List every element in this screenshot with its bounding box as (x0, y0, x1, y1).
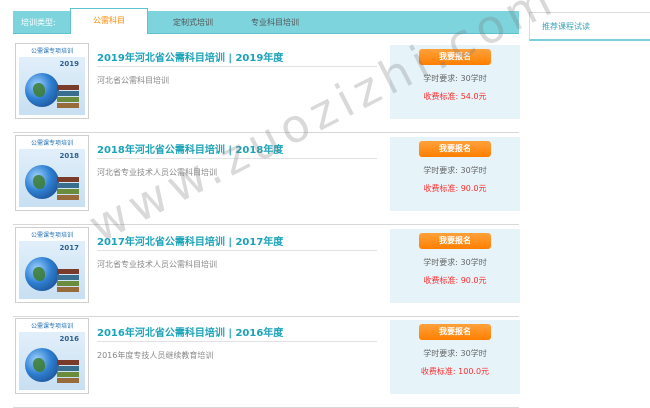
course-thumbnail[interactable]: 公需课专项培训 2019 (15, 43, 89, 119)
cover-year: 2017 (59, 244, 79, 252)
enroll-button[interactable]: 我要报名 (419, 324, 491, 340)
hours-requirement: 学时要求: 30学时 (423, 258, 487, 267)
cover-banner-text: 公需课专项培训 (19, 47, 85, 57)
title-divider (97, 250, 377, 251)
cover-banner-text: 公需课专项培训 (19, 231, 85, 241)
continent-shape (33, 358, 45, 372)
enroll-button[interactable]: 我要报名 (419, 141, 491, 157)
cover-banner-text: 公需课专项培训 (19, 322, 85, 332)
books-icon (57, 269, 79, 293)
course-cover-image: 公需课专项培训 2019 (19, 47, 85, 115)
title-divider (97, 66, 377, 67)
course-thumbnail[interactable]: 公需课专项培训 2018 (15, 135, 89, 211)
course-description: 2016年度专技人员继续教育培训 (97, 351, 214, 360)
books-icon (57, 177, 79, 201)
cover-year: 2018 (59, 152, 79, 160)
enroll-panel: 我要报名 学时要求: 30学时 收费标准: 100.0元 (390, 320, 520, 394)
tab-public-subjects[interactable]: 公需科目 (70, 8, 148, 34)
fee-standard: 收费标准: 100.0元 (420, 367, 490, 376)
course-title-link[interactable]: 2016年河北省公需科目培训 | 2016年度 (97, 324, 283, 339)
continent-shape (33, 83, 45, 97)
title-divider (97, 341, 377, 342)
cover-year: 2016 (59, 335, 79, 343)
cover-year: 2019 (59, 60, 79, 68)
course-cover-image: 公需课专项培训 2018 (19, 139, 85, 207)
course-thumbnail[interactable]: 公需课专项培训 2016 (15, 318, 89, 394)
course-cover-image: 公需课专项培训 2016 (19, 322, 85, 390)
hours-requirement: 学时要求: 30学时 (423, 349, 487, 358)
books-icon (57, 85, 79, 109)
course-card: 公需课专项培训 2017 2017年河北省公需科目培训 | 2017年度 河北省… (13, 225, 520, 317)
cover-banner-text: 公需课专项培训 (19, 139, 85, 149)
training-type-label: 培训类型: (21, 18, 56, 27)
tab-professional-subjects[interactable]: 专业科目培训 (251, 17, 299, 28)
fee-standard: 收费标准: 90.0元 (423, 184, 487, 193)
course-description: 河北省专业技术人员公需科目培训 (97, 260, 217, 269)
course-description: 河北省公需科目培训 (97, 76, 169, 85)
tab-custom-training[interactable]: 定制式培训 (173, 17, 213, 28)
course-cover-image: 公需课专项培训 2017 (19, 231, 85, 299)
enroll-panel: 我要报名 学时要求: 30学时 收费标准: 90.0元 (390, 229, 520, 303)
course-thumbnail[interactable]: 公需课专项培训 2017 (15, 227, 89, 303)
hours-requirement: 学时要求: 30学时 (423, 166, 487, 175)
course-title-link[interactable]: 2019年河北省公需科目培训 | 2019年度 (97, 49, 283, 64)
course-card: 公需课专项培训 2016 2016年河北省公需科目培训 | 2016年度 201… (13, 316, 520, 408)
continent-shape (33, 267, 45, 281)
enroll-panel: 我要报名 学时要求: 30学时 收费标准: 90.0元 (390, 137, 520, 211)
books-icon (57, 360, 79, 384)
fee-standard: 收费标准: 90.0元 (423, 276, 487, 285)
enroll-button[interactable]: 我要报名 (419, 233, 491, 249)
continent-shape (33, 175, 45, 189)
